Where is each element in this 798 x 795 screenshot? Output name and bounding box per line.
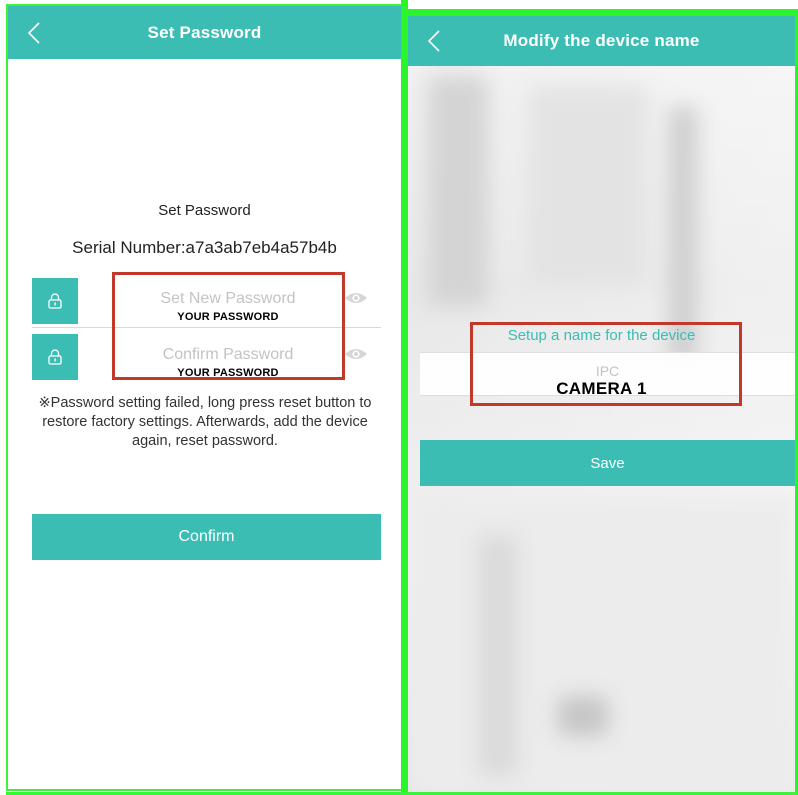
frame-border [401,9,798,16]
background-blur [558,696,608,736]
page-title: Modify the device name [503,31,700,50]
back-button[interactable] [422,26,446,56]
annotation-highlight-box [470,322,742,406]
background-blur [528,86,648,286]
chevron-left-icon [428,30,440,52]
background-blur [408,496,795,792]
frame-divider [401,0,408,795]
background-blur [478,536,518,776]
modify-device-name-screen: Modify the device name Setup a name for … [408,16,795,792]
nav-bar: Modify the device name [408,16,795,66]
save-button[interactable]: Save [420,440,795,486]
frame-border [6,4,405,791]
background-blur [428,76,488,306]
